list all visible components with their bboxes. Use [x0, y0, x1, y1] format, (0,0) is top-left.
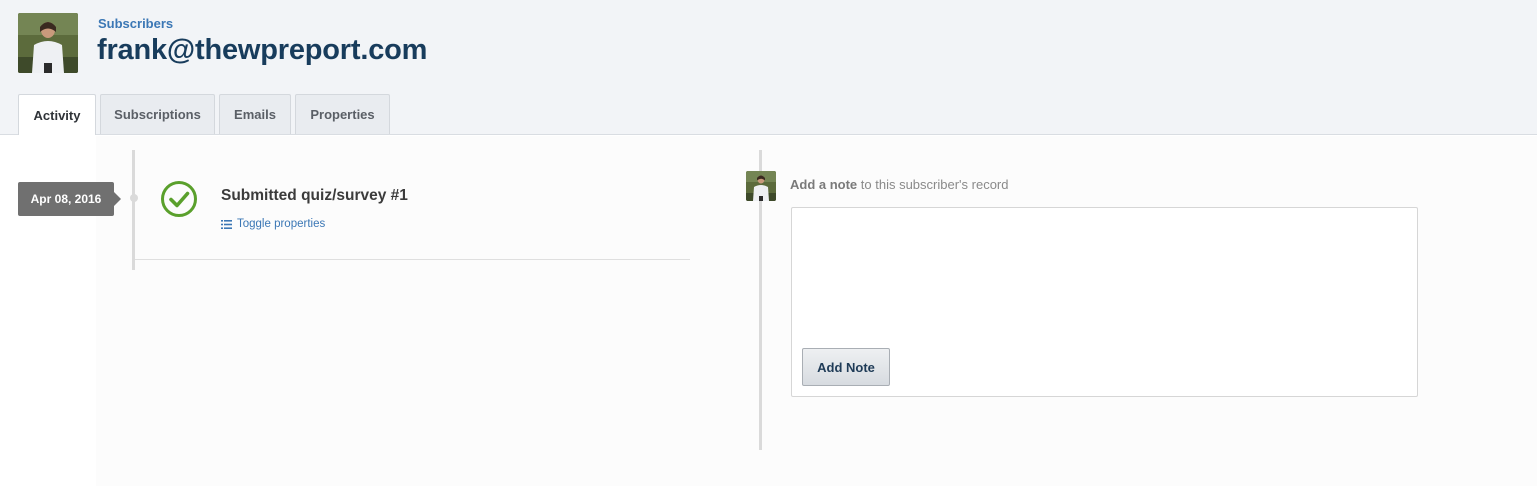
- tab-properties[interactable]: Properties: [295, 94, 390, 134]
- subscriber-avatar: [18, 13, 78, 73]
- date-badge: Apr 08, 2016: [18, 182, 121, 216]
- page-title: frank@thewpreport.com: [97, 34, 428, 66]
- breadcrumb-subscribers[interactable]: Subscribers: [98, 16, 173, 31]
- list-icon: [221, 219, 232, 229]
- check-circle-icon: [160, 180, 198, 218]
- timeline-dot: [130, 194, 138, 202]
- subscriber-header: Subscribers frank@thewpreport.com Activi…: [0, 0, 1537, 135]
- toggle-properties-link[interactable]: Toggle properties: [221, 218, 325, 230]
- timeline-line: [132, 150, 135, 270]
- event-title: Submitted quiz/survey #1: [221, 187, 408, 204]
- user-avatar: [746, 171, 776, 201]
- add-note-button[interactable]: Add Note: [802, 348, 890, 386]
- note-prompt-rest: to this subscriber's record: [857, 177, 1009, 192]
- tab-emails[interactable]: Emails: [219, 94, 291, 134]
- note-prompt: Add a note to this subscriber's record: [790, 177, 1009, 192]
- tab-subscriptions[interactable]: Subscriptions: [100, 94, 215, 134]
- toggle-properties-label: Toggle properties: [237, 218, 326, 230]
- tab-activity[interactable]: Activity: [18, 94, 96, 135]
- note-prompt-bold: Add a note: [790, 177, 858, 192]
- event-divider: [135, 259, 690, 260]
